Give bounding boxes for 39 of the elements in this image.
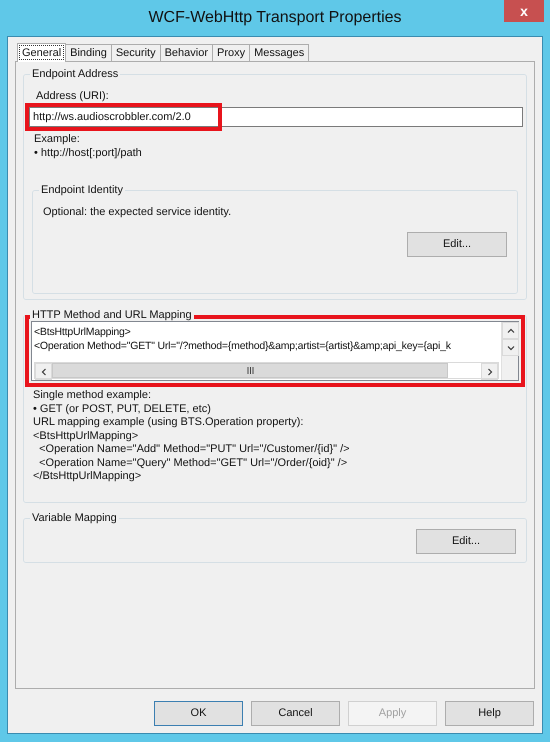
tab[interactable]: Messages xyxy=(249,44,310,61)
scroll-left-icon xyxy=(40,368,48,376)
grip-icon xyxy=(246,367,254,374)
group-title: Endpoint Identity xyxy=(39,183,125,197)
example-label: Example: xyxy=(34,132,81,146)
vertical-scrollbar[interactable] xyxy=(501,322,518,380)
dialog-button[interactable]: Cancel xyxy=(251,701,340,726)
scroll-down-icon xyxy=(506,344,514,352)
group-title: HTTP Method and URL Mapping xyxy=(30,308,194,322)
scroll-thumb[interactable] xyxy=(52,363,448,378)
help-text: Single method example: xyxy=(33,389,152,402)
help-text: <BtsHttpUrlMapping> xyxy=(33,430,140,443)
close-button[interactable]: x xyxy=(504,0,544,22)
help-text: <Operation Name="Add" Method="PUT" Url="/Customer/{id}" /> xyxy=(38,443,351,456)
field-label: Address (URI): xyxy=(36,89,110,103)
description-text: Optional: the expected service identity. xyxy=(43,205,232,219)
group-title: Endpoint Address xyxy=(30,67,120,81)
edit-button[interactable]: Edit... xyxy=(416,529,516,554)
tab[interactable]: Binding xyxy=(65,44,112,61)
mapping-text-line: <BtsHttpUrlMapping> xyxy=(34,325,132,339)
help-text: • GET (or POST, PUT, DELETE, etc) xyxy=(33,402,212,416)
example-text: • http://host[:port]/path xyxy=(34,146,143,160)
group-title: Variable Mapping xyxy=(30,511,119,525)
mapping-text-field[interactable]: <BtsHttpUrlMapping> <Operation Method="GET" Url="/?method={method}&amp;artist={artist}&amp;api_key={api_k xyxy=(31,321,519,381)
help-text: </BtsHttpUrlMapping> xyxy=(33,470,142,484)
scroll-right-icon xyxy=(486,368,494,376)
tab[interactable]: General xyxy=(17,43,66,62)
help-text: URL mapping example (using BTS.Operation property): xyxy=(33,416,304,430)
scroll-up-icon xyxy=(506,326,514,334)
tab[interactable]: Security xyxy=(110,44,161,61)
horizontal-scrollbar[interactable] xyxy=(34,362,499,379)
address-field[interactable]: http://ws.audioscrobbler.com/2.0 xyxy=(29,107,523,127)
edit-button[interactable]: Edit... xyxy=(407,232,507,257)
mapping-text-line: <Operation Method="GET" Url="/?method={method}&amp;artist={artist}&amp;api_key={api_k xyxy=(34,339,452,353)
dialog-button[interactable]: Help xyxy=(445,701,534,726)
tab[interactable]: Proxy xyxy=(212,44,250,61)
dialog-button[interactable]: OK xyxy=(154,701,243,726)
window-title: WCF-WebHttp Transport Properties xyxy=(148,8,402,28)
help-text: <Operation Name="Query" Method="GET" Url="/Order/{oid}" /> xyxy=(38,456,348,470)
